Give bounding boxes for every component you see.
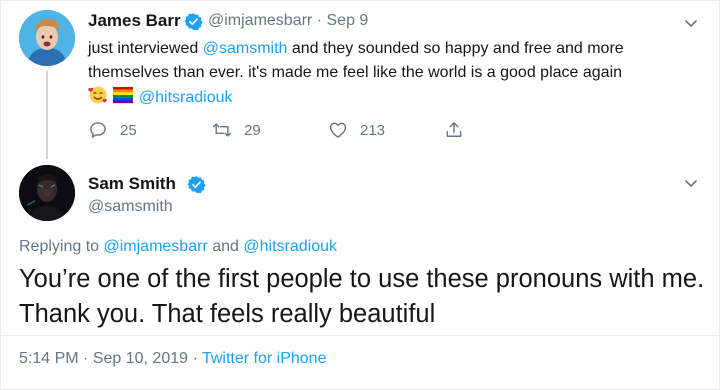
tweet-time[interactable]: 5:14 PM [19,350,79,367]
separator-dot: · [316,12,323,29]
mention-link[interactable]: @samsmith [203,40,288,57]
separator-dot: · [83,350,89,367]
share-button[interactable] [444,118,476,142]
separator-dot: · [192,350,198,367]
avatar-image [19,165,75,221]
retweet-button[interactable]: 29 [212,118,261,142]
verified-badge-icon [184,13,203,31]
author-name[interactable]: James Barr [88,11,181,31]
avatar[interactable] [19,165,75,221]
heart-icon [329,122,347,138]
author-name[interactable]: Sam Smith [88,174,176,194]
tweet-date[interactable]: Sep 9 [327,12,369,29]
handle-text: @imjamesbarr [208,12,313,29]
verified-badge-icon [187,176,206,194]
tweet-text-part: just interviewed [88,40,203,57]
smiling-face-with-hearts-icon [88,86,107,104]
tweet-text: You’re one of the first people to use th… [19,265,705,328]
replying-to-line: Replying to @imjamesbarr and @hitsradiou… [19,238,337,256]
reply-count: 25 [120,121,137,139]
mention-link[interactable]: @imjamesbarr [104,238,208,255]
retweet-count: 29 [244,121,261,139]
like-count: 213 [360,121,386,139]
avatar[interactable] [19,10,75,66]
author-handle[interactable]: @samsmith [88,198,173,216]
tweet-metadata: 5:14 PM · Sep 10, 2019 · Twitter for iPh… [19,350,326,368]
rainbow-flag-icon [113,87,134,104]
tweet-source-link[interactable]: Twitter for iPhone [202,350,327,367]
tweet-date[interactable]: Sep 10, 2019 [93,350,188,367]
author-handle[interactable]: @imjamesbarr · Sep 9 [208,12,368,30]
reply-button[interactable]: 25 [88,118,137,142]
chevron-down-icon[interactable] [683,175,699,191]
avatar-image [19,10,75,66]
like-button[interactable]: 213 [328,118,385,142]
mention-link[interactable]: @hitsradiouk [243,238,337,255]
thread-connector [46,71,48,159]
divider [0,335,720,336]
share-icon [446,122,462,137]
reply-icon [90,122,106,138]
tweet-text: just interviewed @samsmith and they soun… [88,37,698,110]
replying-and: and [212,238,239,255]
replying-prefix: Replying to [19,238,100,255]
chevron-down-icon[interactable] [683,15,699,31]
mention-link[interactable]: @hitsradiouk [139,89,233,106]
retweet-icon [212,123,232,137]
